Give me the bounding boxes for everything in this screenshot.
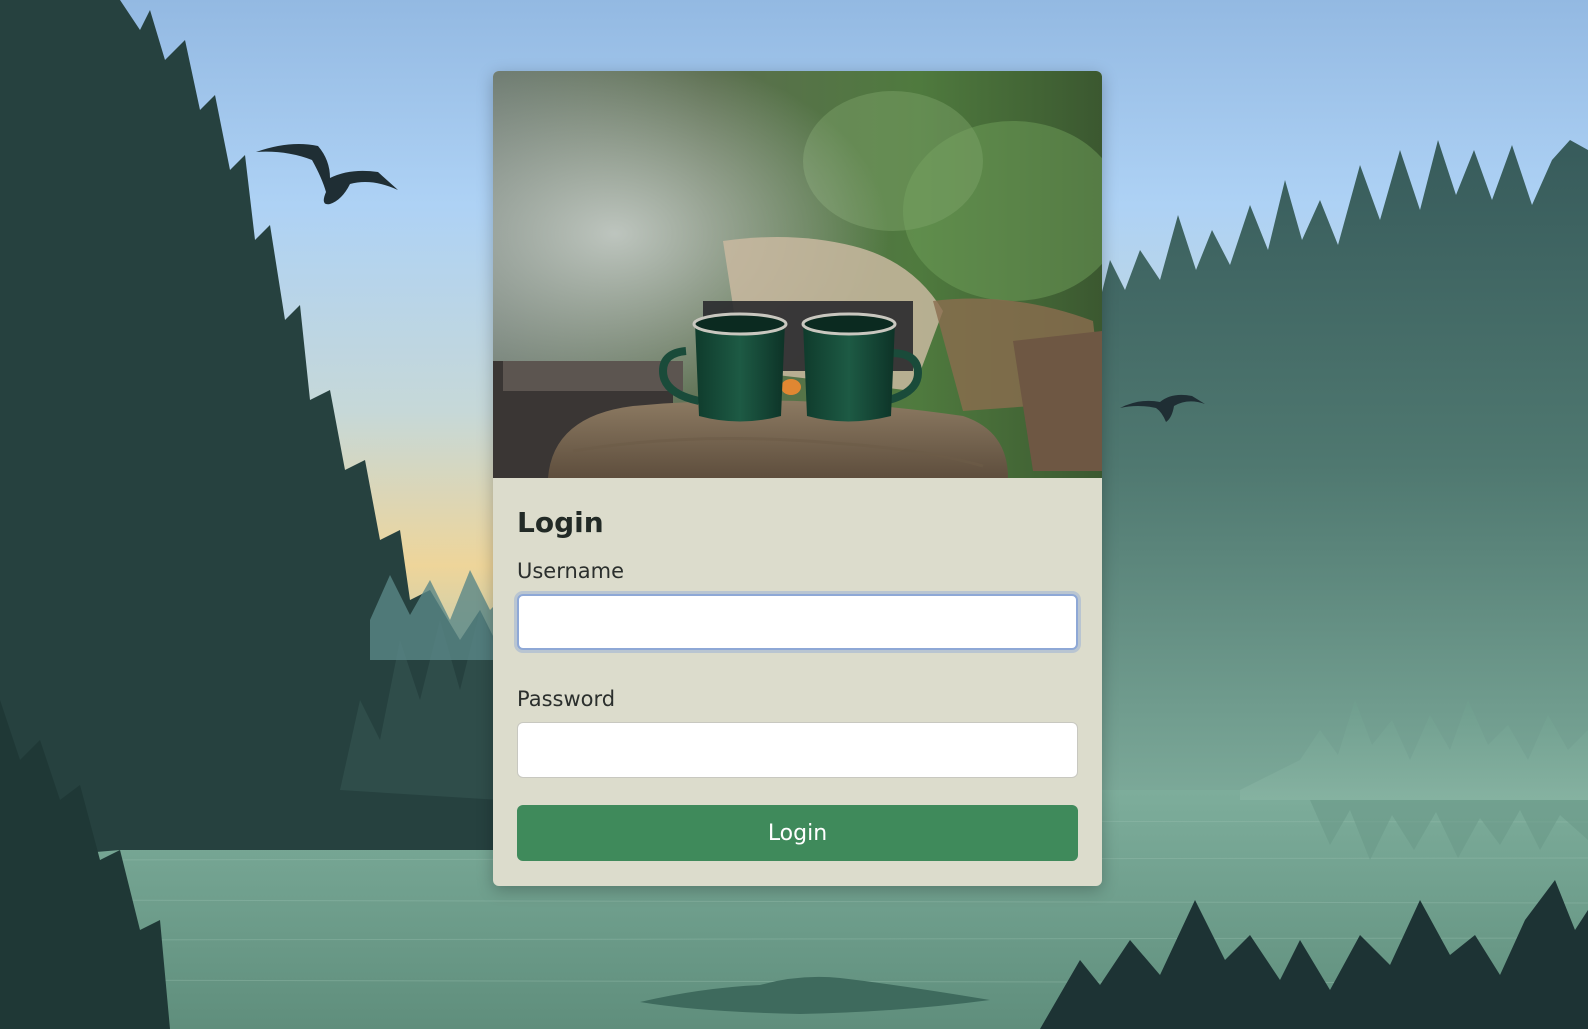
login-button[interactable]: Login xyxy=(517,805,1078,861)
password-input[interactable] xyxy=(517,722,1078,778)
login-card: Login Username Password Login xyxy=(493,71,1102,886)
password-label: Password xyxy=(517,687,616,711)
username-input[interactable] xyxy=(517,594,1078,650)
username-label: Username xyxy=(517,559,625,583)
login-heading: Login xyxy=(517,506,604,539)
campfire-mugs-photo xyxy=(493,71,1102,478)
